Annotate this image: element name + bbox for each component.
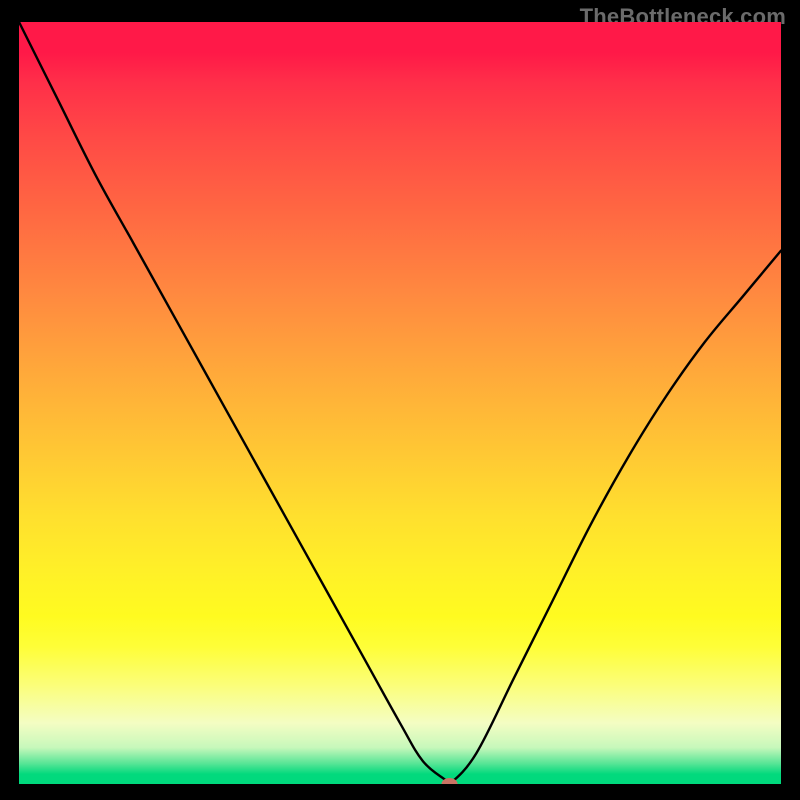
plot-area [19,22,781,784]
curve-path [19,22,781,784]
bottleneck-curve [19,22,781,784]
chart-frame: TheBottleneck.com [0,0,800,800]
